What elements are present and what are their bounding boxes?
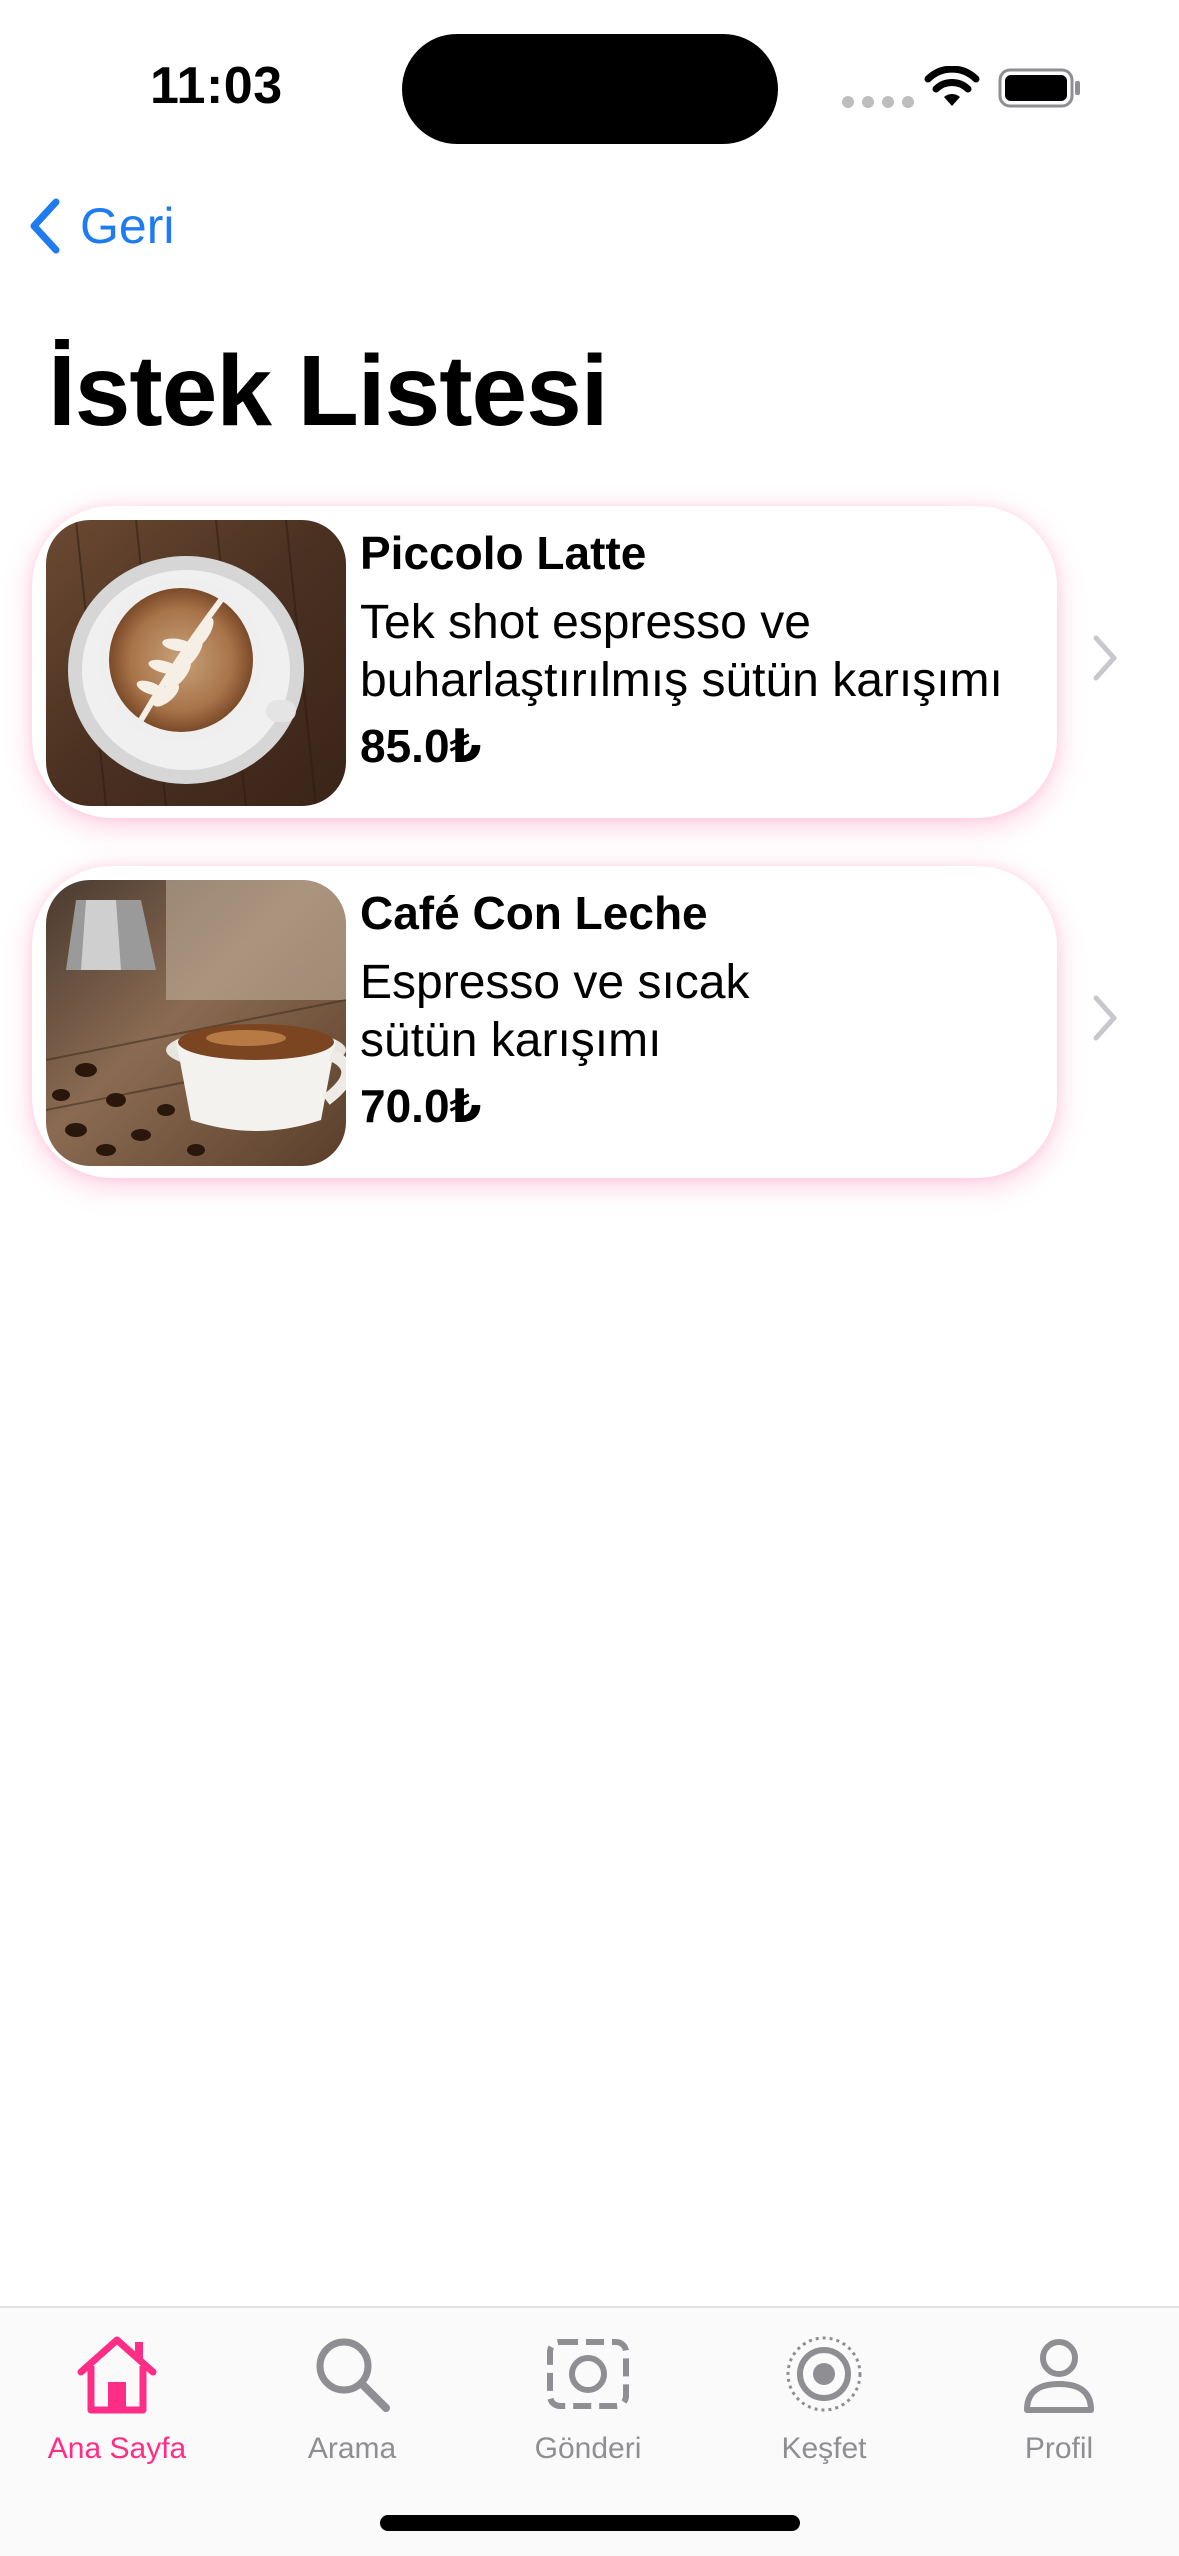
chevron-right-icon bbox=[1093, 635, 1117, 681]
home-indicator[interactable] bbox=[380, 2515, 800, 2531]
tab-label: Gönderi bbox=[534, 2432, 642, 2465]
tab-label: Profil bbox=[1024, 2432, 1094, 2465]
page-title: İstek Listesi bbox=[48, 335, 609, 447]
dynamic-island bbox=[402, 34, 778, 144]
product-price: 85.0₺ bbox=[360, 720, 482, 772]
wishlist-screen: 11:03 Geri İstek Listesi Piccolo Latte T… bbox=[0, 0, 1179, 2556]
product-info: Café Con Leche Espresso ve sıcak sütün k… bbox=[360, 882, 1050, 1136]
cellular-signal-icon bbox=[842, 96, 914, 108]
product-card[interactable]: Piccolo Latte Tek shot espresso ve buhar… bbox=[32, 506, 1057, 818]
tab-arama[interactable]: Arama bbox=[252, 2328, 452, 2466]
camera-frame-icon bbox=[547, 2339, 629, 2409]
chevron-left-icon bbox=[30, 198, 60, 254]
wishlist-item[interactable]: Café Con Leche Espresso ve sıcak sütün k… bbox=[32, 866, 1162, 1182]
product-description: Tek shot espresso ve buharlaştırılmış sü… bbox=[360, 596, 1003, 707]
product-image bbox=[46, 880, 346, 1166]
house-icon bbox=[77, 2336, 157, 2414]
tab-kesfet[interactable]: Keşfet bbox=[724, 2328, 924, 2466]
battery-icon bbox=[998, 68, 1080, 108]
product-card[interactable]: Café Con Leche Espresso ve sıcak sütün k… bbox=[32, 866, 1057, 1178]
search-icon bbox=[316, 2338, 390, 2412]
espresso-cup-with-beans-icon bbox=[46, 880, 346, 1166]
wishlist-list: Piccolo Latte Tek shot espresso ve buhar… bbox=[32, 506, 1162, 1226]
tab-label: Arama bbox=[307, 2432, 397, 2465]
product-price: 70.0₺ bbox=[360, 1080, 482, 1132]
product-info: Piccolo Latte Tek shot espresso ve buhar… bbox=[360, 522, 1050, 776]
product-image bbox=[46, 520, 346, 806]
tab-label: Ana Sayfa bbox=[47, 2432, 187, 2465]
back-button[interactable]: Geri bbox=[26, 196, 174, 256]
product-name: Piccolo Latte bbox=[360, 527, 647, 579]
tab-label: Keşfet bbox=[781, 2432, 867, 2465]
wifi-icon bbox=[924, 66, 980, 106]
latte-art-cup-icon bbox=[46, 520, 346, 806]
product-description: Espresso ve sıcak sütün karışımı bbox=[360, 956, 750, 1067]
chevron-right-icon bbox=[1093, 995, 1117, 1041]
status-time: 11:03 bbox=[150, 57, 283, 115]
tab-profil[interactable]: Profil bbox=[959, 2328, 1159, 2466]
target-icon bbox=[786, 2336, 862, 2412]
back-label: Geri bbox=[80, 198, 175, 254]
person-icon bbox=[1024, 2339, 1094, 2413]
tab-gonderi[interactable]: Gönderi bbox=[488, 2328, 688, 2466]
tab-ana-sayfa[interactable]: Ana Sayfa bbox=[17, 2328, 217, 2466]
product-name: Café Con Leche bbox=[360, 887, 708, 939]
wishlist-item[interactable]: Piccolo Latte Tek shot espresso ve buhar… bbox=[32, 506, 1162, 822]
